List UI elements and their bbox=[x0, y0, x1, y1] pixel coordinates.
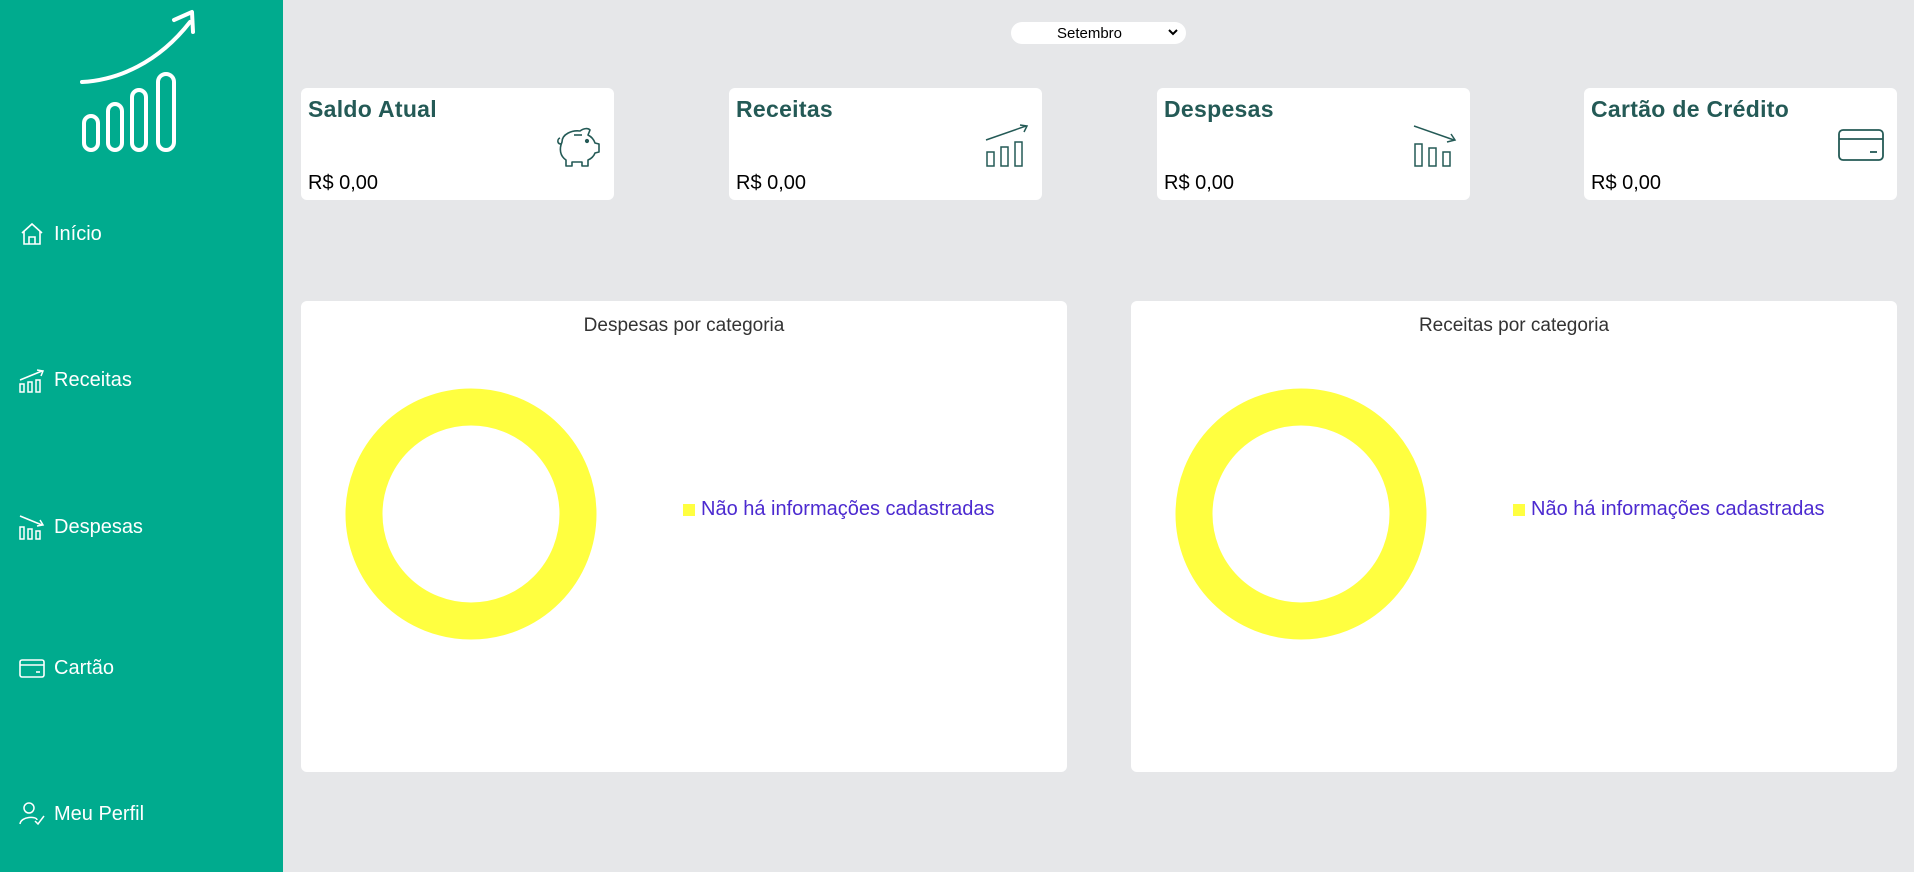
trend-up-bars-icon bbox=[18, 366, 46, 394]
credit-card-icon bbox=[1837, 122, 1885, 170]
card-title: Receitas bbox=[736, 96, 834, 122]
sidebar-item-receitas[interactable]: Receitas bbox=[18, 366, 132, 394]
summary-card-saldo-atual: Saldo Atual R$ 0,00 bbox=[301, 88, 614, 200]
sidebar-item-label: Meu Perfil bbox=[54, 802, 145, 825]
card-value: R$ 0,00 bbox=[1591, 172, 1662, 194]
user-check-icon bbox=[18, 800, 46, 828]
sidebar-item-label: Início bbox=[54, 222, 102, 245]
card-title: Cartão de Crédito bbox=[1591, 96, 1790, 122]
sidebar-item-cartao[interactable]: Cartão bbox=[18, 654, 114, 682]
chevron-down-icon bbox=[1166, 25, 1180, 39]
legend-swatch bbox=[1513, 503, 1525, 516]
card-value: R$ 0,00 bbox=[736, 172, 807, 194]
donut-chart[interactable] bbox=[1173, 386, 1429, 642]
chart-legend[interactable]: Não há informações cadastradas bbox=[1513, 498, 1825, 521]
trend-down-bars-icon bbox=[18, 513, 46, 541]
sidebar-item-label: Receitas bbox=[54, 368, 132, 391]
sidebar-item-label: Despesas bbox=[54, 515, 143, 538]
chart-title: Despesas por categoria bbox=[583, 315, 785, 336]
donut-empty-ring bbox=[345, 388, 597, 640]
legend-label: Não há informações cadastradas bbox=[701, 498, 995, 520]
card-value: R$ 0,00 bbox=[1164, 172, 1235, 194]
home-icon bbox=[18, 220, 46, 248]
trend-up-bars-icon bbox=[982, 122, 1030, 170]
legend-label: Não há informações cadastradas bbox=[1531, 498, 1825, 520]
chart-legend[interactable]: Não há informações cadastradas bbox=[683, 498, 995, 521]
legend-swatch bbox=[683, 503, 695, 516]
growth-chart-logo-icon[interactable] bbox=[78, 8, 200, 158]
month-select[interactable]: Setembro bbox=[1011, 22, 1186, 44]
sidebar-item-inicio[interactable]: Início bbox=[18, 220, 102, 248]
donut-empty-ring bbox=[1175, 388, 1427, 640]
donut-chart[interactable] bbox=[343, 386, 599, 642]
card-title: Despesas bbox=[1164, 96, 1274, 122]
chart-despesas-por-categoria: Despesas por categoria Não há informaçõe… bbox=[301, 301, 1067, 772]
summary-card-cartao-de-credito: Cartão de Crédito R$ 0,00 bbox=[1584, 88, 1897, 200]
piggy-bank-icon bbox=[554, 122, 602, 170]
sidebar-item-label: Cartão bbox=[54, 656, 115, 679]
month-select-value: Setembro bbox=[1056, 24, 1123, 42]
credit-card-icon bbox=[18, 654, 46, 682]
summary-card-receitas: Receitas R$ 0,00 bbox=[729, 88, 1042, 200]
sidebar-item-despesas[interactable]: Despesas bbox=[18, 513, 143, 541]
sidebar: Início Receitas Despesas Cartão Meu Perf… bbox=[0, 0, 283, 872]
chart-title: Receitas por categoria bbox=[1418, 315, 1610, 336]
sidebar-item-meu-perfil[interactable]: Meu Perfil bbox=[18, 800, 144, 828]
card-value: R$ 0,00 bbox=[308, 172, 379, 194]
trend-down-bars-icon bbox=[1410, 122, 1458, 170]
chart-receitas-por-categoria: Receitas por categoria Não há informaçõe… bbox=[1131, 301, 1897, 772]
summary-card-despesas: Despesas R$ 0,00 bbox=[1157, 88, 1470, 200]
card-title: Saldo Atual bbox=[308, 96, 437, 122]
